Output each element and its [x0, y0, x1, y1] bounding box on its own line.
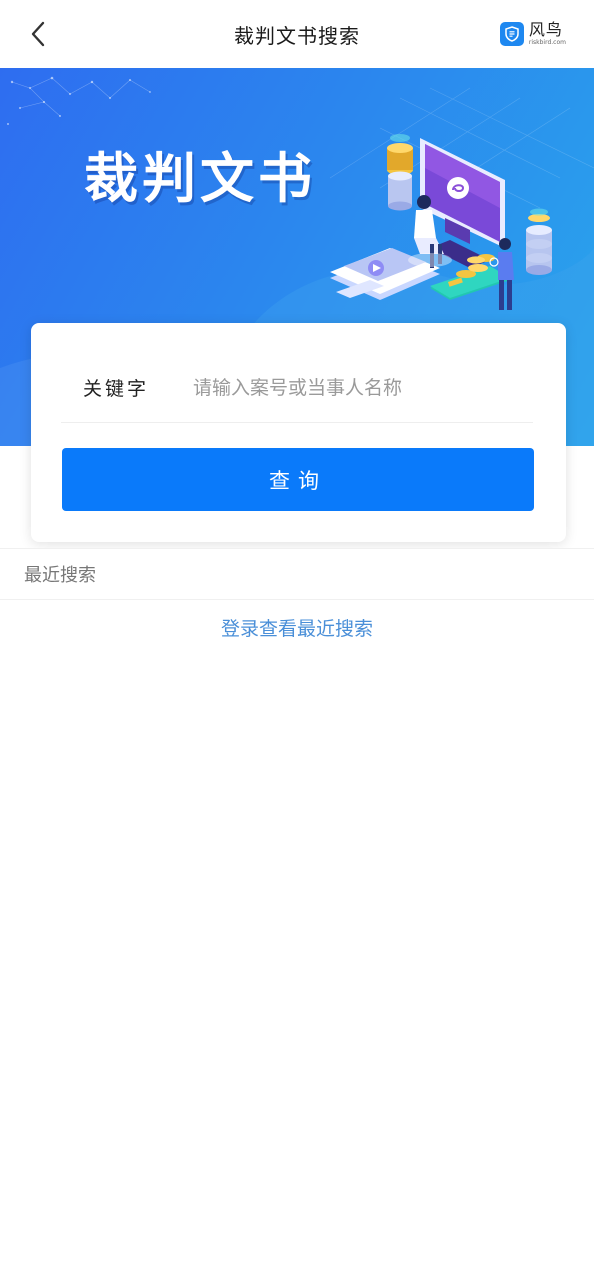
shield-logo-icon: [499, 22, 524, 46]
keyword-input[interactable]: [193, 367, 533, 408]
recent-search-header: 最近搜索: [0, 548, 594, 600]
brand-url: riskbird.com: [528, 39, 566, 46]
search-button[interactable]: 查询: [62, 448, 534, 511]
keyword-label: 关键字: [83, 378, 150, 400]
top-nav-bar: 裁判文书搜索 风鸟 riskbird.com: [0, 0, 594, 68]
keyword-row: 关键字: [61, 353, 533, 423]
search-card: 关键字 查询: [31, 323, 566, 542]
brand-logo: 风鸟 riskbird.com: [499, 20, 566, 48]
banner-title: 裁判文书: [84, 147, 316, 210]
login-to-view-recent-link[interactable]: 登录查看最近搜索: [0, 614, 594, 641]
brand-name: 风鸟: [528, 20, 563, 39]
